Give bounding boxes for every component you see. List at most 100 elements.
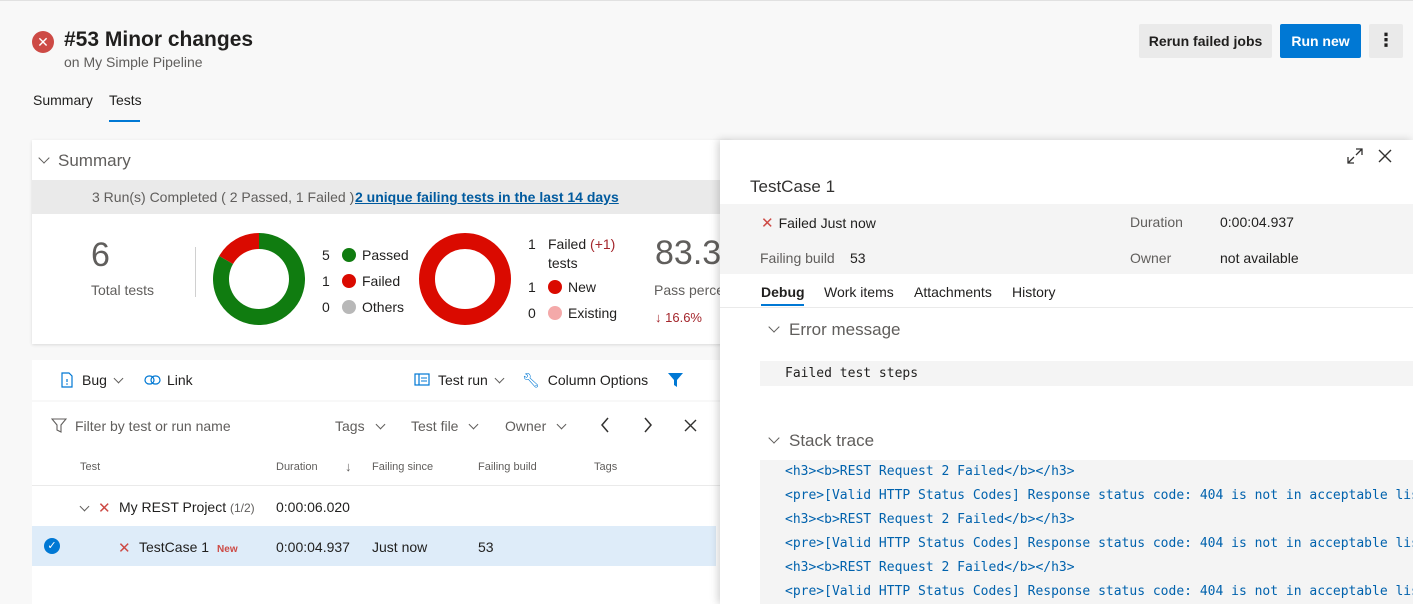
failed-x-icon: ✕ — [98, 500, 111, 517]
expand-icon[interactable] — [1347, 148, 1363, 164]
pass-percentage-delta: ↓ 16.6% — [655, 310, 702, 325]
chevron-left-icon[interactable] — [600, 417, 610, 433]
tab-divider — [720, 307, 1413, 308]
passed-count: 5 — [322, 245, 342, 265]
panel-status: ✕Failed Just now — [761, 214, 876, 232]
column-header-tags[interactable]: Tags — [594, 461, 617, 473]
chevron-down-icon — [768, 321, 779, 332]
legend-existing: 0Existing — [528, 303, 617, 323]
chevron-down-icon — [494, 374, 504, 384]
chevron-down-icon — [38, 152, 49, 163]
failed-tests-header: 1Failed (+1) — [528, 234, 615, 254]
existing-dot — [548, 306, 562, 320]
divider — [195, 247, 196, 297]
group-row-toggle[interactable]: ✕ — [81, 499, 111, 517]
row-failing-since: Just now — [372, 539, 427, 555]
tab-tests[interactable]: Tests — [109, 92, 142, 108]
outcome-donut-chart — [213, 233, 305, 325]
arrow-down-icon: ↓ — [655, 310, 665, 325]
rerun-failed-jobs-button[interactable]: Rerun failed jobs — [1139, 24, 1272, 58]
bug-button[interactable]: Bug — [60, 372, 122, 388]
panel-title: TestCase 1 — [750, 177, 835, 197]
row-duration: 0:00:04.937 — [276, 539, 350, 555]
new-dot — [548, 280, 562, 294]
column-header-failing-since[interactable]: Failing since — [372, 461, 433, 473]
legend-passed: 5Passed — [322, 245, 409, 265]
new-badge: New — [217, 544, 238, 555]
wrench-icon: 🔧︎ — [522, 372, 540, 388]
owner-filter-dropdown[interactable]: Owner — [505, 418, 565, 434]
page-title: #53 Minor changes — [64, 28, 253, 52]
stack-trace-heading: Stack trace — [789, 431, 874, 450]
tab-summary[interactable]: Summary — [33, 92, 93, 108]
summary-section-toggle[interactable]: Summary — [40, 151, 131, 171]
group-name-text: My REST Project — [119, 499, 226, 515]
column-header-failing-build[interactable]: Failing build — [478, 461, 537, 473]
column-header-test[interactable]: Test — [80, 461, 100, 473]
tags-filter-dropdown[interactable]: Tags — [335, 418, 384, 434]
test-file-filter-dropdown[interactable]: Test file — [411, 418, 477, 434]
more-actions-button[interactable]: ⋮ — [1369, 24, 1403, 58]
selected-check-icon[interactable]: ✓ — [44, 538, 60, 554]
tab-history[interactable]: History — [1012, 284, 1056, 300]
failed-x-icon: ✕ — [761, 215, 774, 232]
link-button[interactable]: Link — [144, 372, 193, 388]
pipeline-subtitle: on My Simple Pipeline — [64, 54, 203, 70]
run-new-button[interactable]: Run new — [1280, 24, 1361, 58]
link-icon — [144, 375, 161, 385]
stack-trace-toggle[interactable]: Stack trace — [770, 431, 874, 451]
others-label: Others — [362, 299, 404, 315]
bug-icon — [60, 372, 74, 388]
chevron-down-icon — [768, 432, 779, 443]
header-separator — [32, 485, 720, 486]
chevron-right-icon[interactable] — [643, 417, 653, 433]
column-options-label: Column Options — [548, 372, 648, 388]
error-message-text: Failed test steps — [785, 366, 918, 381]
test-run-button[interactable]: Test run — [414, 372, 503, 388]
stack-line: <pre>[Valid HTTP Status Codes] Response … — [785, 584, 1413, 599]
tab-debug[interactable]: Debug — [761, 284, 805, 300]
group-count: (1/2) — [230, 501, 255, 515]
row-failed-x-icon: ✕ — [118, 539, 131, 557]
sort-descending-icon[interactable]: ↓ — [345, 459, 352, 474]
donut-slice-failed — [226, 241, 259, 260]
test-name: TestCase 1 — [139, 539, 209, 555]
filter-funnel-icon[interactable] — [667, 372, 684, 388]
pass-delta-value: 16.6% — [665, 310, 702, 325]
failed-tests-count: 1 — [528, 234, 548, 254]
chevron-down-icon — [113, 374, 123, 384]
failed-dot — [342, 274, 356, 288]
top-border — [0, 0, 1413, 1]
active-tab-indicator — [109, 120, 140, 122]
failed-tests-delta: (+1) — [590, 236, 615, 252]
failed-count: 1 — [322, 271, 342, 291]
tab-attachments[interactable]: Attachments — [914, 284, 992, 300]
column-options-button[interactable]: 🔧︎ Column Options — [522, 372, 648, 389]
test-run-label: Test run — [438, 372, 488, 388]
existing-label: Existing — [568, 305, 617, 321]
owner-label: Owner — [1130, 250, 1171, 266]
column-header-duration[interactable]: Duration — [276, 461, 318, 473]
passed-dot — [342, 248, 356, 262]
chevron-down-icon — [375, 420, 385, 430]
pass-percentage: 83.3 — [655, 234, 721, 273]
close-icon[interactable] — [1378, 149, 1392, 163]
row-failing-build: 53 — [478, 539, 494, 555]
chevron-down-icon — [557, 420, 567, 430]
stack-line: <h3><b>REST Request 2 Failed</b></h3> — [785, 560, 1075, 575]
filter-input[interactable]: Filter by test or run name — [75, 418, 231, 434]
test-file-filter-label: Test file — [411, 418, 458, 434]
unique-failing-tests-link[interactable]: 2 unique failing tests in the last 14 da… — [355, 189, 619, 205]
tab-work-items[interactable]: Work items — [824, 284, 894, 300]
clear-filter-icon[interactable] — [684, 419, 697, 432]
bug-label: Bug — [82, 372, 107, 388]
chevron-down-icon — [469, 420, 479, 430]
failed-tests-label: Failed — [548, 236, 586, 252]
duration-value: 0:00:04.937 — [1220, 214, 1294, 230]
summary-heading: Summary — [58, 151, 131, 170]
duration-label: Duration — [1130, 214, 1183, 230]
runs-completed-text: 3 Run(s) Completed ( 2 Passed, 1 Failed … — [92, 189, 354, 205]
error-message-toggle[interactable]: Error message — [770, 320, 900, 340]
link-label: Link — [167, 372, 193, 388]
active-tab-indicator — [761, 304, 804, 306]
